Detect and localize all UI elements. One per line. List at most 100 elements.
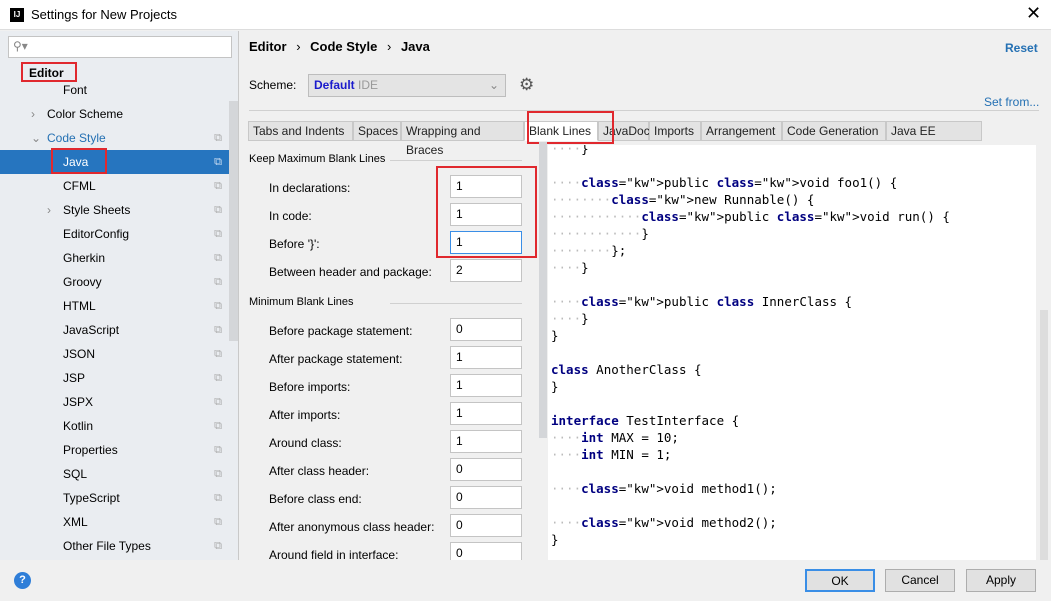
tab-arrangement[interactable]: Arrangement	[701, 121, 782, 141]
tab-spaces[interactable]: Spaces	[353, 121, 401, 141]
sidebar-item-editorconfig[interactable]: EditorConfig ⧉	[0, 222, 238, 246]
breadcrumb-code-style[interactable]: Code Style	[310, 39, 377, 54]
cancel-button[interactable]: Cancel	[885, 569, 955, 592]
set-from-link[interactable]: Set from...	[984, 95, 1039, 109]
ok-button[interactable]: OK	[805, 569, 875, 592]
sidebar-item-javascript[interactable]: JavaScript ⧉	[0, 318, 238, 342]
blank-lines-input[interactable]: 0	[450, 514, 522, 537]
copy-icon: ⧉	[214, 492, 222, 504]
tab-wrapping-and-braces[interactable]: Wrapping and Braces	[401, 121, 524, 157]
copy-icon: ⧉	[214, 444, 222, 456]
search-input[interactable]: ⚲▾	[8, 36, 232, 58]
sidebar-item-label: Code Style	[47, 131, 106, 145]
blank-lines-input[interactable]: 0	[450, 542, 522, 560]
sidebar-item-label: Kotlin	[63, 419, 94, 433]
blank-lines-input[interactable]: 0	[450, 486, 522, 509]
sidebar-item-groovy[interactable]: Groovy ⧉	[0, 270, 238, 294]
sidebar-item-label: CFML	[63, 179, 96, 193]
code-line: ····class="kw">void method2();	[551, 515, 777, 530]
copy-icon: ⧉	[214, 132, 222, 144]
code-line: ············}	[551, 226, 649, 241]
tab-tabs-and-indents[interactable]: Tabs and Indents	[248, 121, 353, 141]
code-line: }	[551, 379, 559, 394]
sidebar-item-properties[interactable]: Properties ⧉	[0, 438, 238, 462]
section-title: Minimum Blank Lines	[249, 296, 354, 308]
copy-icon: ⧉	[214, 516, 222, 528]
copy-icon: ⧉	[214, 396, 222, 408]
sidebar-item-xml[interactable]: XML ⧉	[0, 510, 238, 534]
field-label: In code:	[269, 209, 312, 223]
copy-icon: ⧉	[214, 420, 222, 432]
sidebar-item-cfml[interactable]: CFML ⧉	[0, 174, 238, 198]
intellij-logo-icon: IJ	[10, 8, 24, 22]
sidebar-item-java[interactable]: Java ⧉	[0, 150, 238, 174]
sidebar-item-label: Other File Types	[63, 539, 151, 553]
reset-link[interactable]: Reset	[1005, 41, 1038, 55]
sidebar-item-label: XML	[63, 515, 88, 529]
sidebar-item-jsp[interactable]: JSP ⧉	[0, 366, 238, 390]
field-label: Before '}':	[269, 237, 320, 251]
sidebar-item-json[interactable]: JSON ⧉	[0, 342, 238, 366]
sidebar-scrollbar[interactable]	[229, 101, 238, 341]
field-label: Around class:	[269, 436, 342, 450]
copy-icon: ⧉	[214, 300, 222, 312]
tab-java-ee-names[interactable]: Java EE Names	[886, 121, 982, 157]
preview-scrollbar[interactable]	[1040, 310, 1048, 560]
field-label: Between header and package:	[269, 265, 432, 279]
highlight-keep-fields	[436, 166, 537, 258]
field-label: Around field in interface:	[269, 548, 399, 560]
scheme-label: Scheme:	[249, 78, 297, 92]
close-icon[interactable]: ✕	[1026, 3, 1041, 24]
blank-lines-input[interactable]: 1	[450, 402, 522, 425]
code-line: ····class="kw">public class="kw">void fo…	[551, 175, 898, 190]
highlight-java	[51, 148, 107, 174]
sidebar-item-label: JSPX	[63, 395, 94, 409]
chevron-right-icon[interactable]: ›	[47, 198, 51, 222]
sidebar-item-kotlin[interactable]: Kotlin ⧉	[0, 414, 238, 438]
chevron-down-icon[interactable]: ⌄	[31, 126, 41, 150]
code-line: ····class="kw">public class InnerClass {	[551, 294, 853, 309]
gear-icon[interactable]: ⚙	[519, 75, 534, 95]
tab-imports[interactable]: Imports	[649, 121, 701, 141]
sidebar-item-gherkin[interactable]: Gherkin ⧉	[0, 246, 238, 270]
sidebar-item-label: TypeScript	[63, 491, 120, 505]
scheme-suffix: IDE	[358, 78, 379, 92]
code-line: }	[551, 328, 559, 343]
apply-button[interactable]: Apply	[966, 569, 1036, 592]
breadcrumb-editor[interactable]: Editor	[249, 39, 287, 54]
field-label: Before package statement:	[269, 324, 413, 338]
chevron-right-icon[interactable]: ›	[31, 102, 35, 126]
breadcrumb-java: Java	[400, 39, 430, 54]
tab-code-generation[interactable]: Code Generation	[782, 121, 886, 141]
chevron-right-icon: ›	[296, 39, 301, 54]
code-line: interface TestInterface {	[551, 413, 740, 428]
highlight-blank-lines-tab	[527, 111, 614, 144]
sidebar-item-other-file-types[interactable]: Other File Types ⧉	[0, 534, 238, 558]
sidebar-item-style-sheets[interactable]: › Style Sheets ⧉	[0, 198, 238, 222]
copy-icon: ⧉	[214, 204, 222, 216]
sidebar-item-color-scheme[interactable]: › Color Scheme	[0, 102, 238, 126]
sidebar-item-typescript[interactable]: TypeScript ⧉	[0, 486, 238, 510]
blank-lines-input[interactable]: 0	[450, 318, 522, 341]
blank-lines-input[interactable]: 1	[450, 430, 522, 453]
chevron-down-icon: ⌄	[488, 78, 499, 92]
blank-lines-input[interactable]: 2	[450, 259, 522, 282]
code-line: class AnotherClass {	[551, 362, 702, 377]
blank-lines-input[interactable]: 1	[450, 346, 522, 369]
copy-icon: ⧉	[214, 228, 222, 240]
sidebar-item-html[interactable]: HTML ⧉	[0, 294, 238, 318]
pane-scrollbar[interactable]	[539, 142, 547, 438]
code-preview: ····} ····class="kw">public class="kw">vo…	[548, 145, 1036, 560]
field-label: After package statement:	[269, 352, 403, 366]
sidebar-item-jspx[interactable]: JSPX ⧉	[0, 390, 238, 414]
blank-lines-input[interactable]: 0	[450, 458, 522, 481]
help-icon[interactable]: ?	[14, 572, 31, 589]
scheme-dropdown[interactable]: Default IDE ⌄	[308, 74, 506, 97]
sidebar-item-sql[interactable]: SQL ⧉	[0, 462, 238, 486]
sidebar-item-code-style[interactable]: ⌄ Code Style ⧉	[0, 126, 238, 150]
sidebar-item-label: JSP	[63, 371, 86, 385]
blank-lines-input[interactable]: 1	[450, 374, 522, 397]
